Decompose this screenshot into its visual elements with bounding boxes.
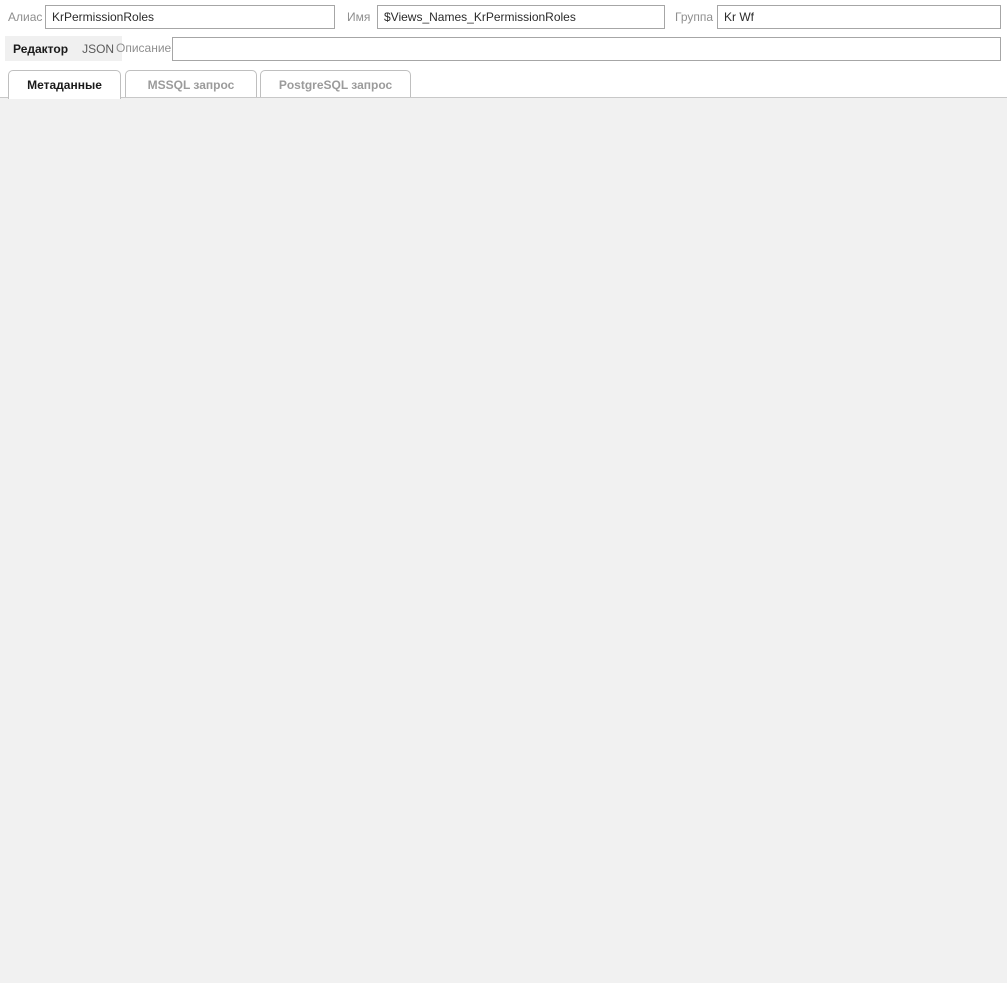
name-label: Имя <box>347 4 370 30</box>
name-input[interactable] <box>377 5 665 29</box>
tab-metadata[interactable]: Метаданные <box>8 70 121 99</box>
tab-postgresql-query[interactable]: PostgreSQL запрос <box>260 70 411 98</box>
editor-mode-editor[interactable]: Редактор <box>13 42 68 56</box>
tab-mssql-query[interactable]: MSSQL запрос <box>125 70 257 98</box>
description-input[interactable] <box>172 37 1001 61</box>
metadata-tab-panel <box>0 97 1007 983</box>
editor-mode-switch: Редактор JSON <box>5 36 122 61</box>
alias-input[interactable] <box>45 5 335 29</box>
view-editor-window: Алиас Имя Группа Редактор JSON Описание … <box>0 0 1007 983</box>
description-label: Описание <box>116 36 171 61</box>
group-label: Группа <box>675 4 713 30</box>
group-input[interactable] <box>717 5 1001 29</box>
editor-mode-json[interactable]: JSON <box>82 42 114 56</box>
alias-label: Алиас <box>8 4 42 30</box>
